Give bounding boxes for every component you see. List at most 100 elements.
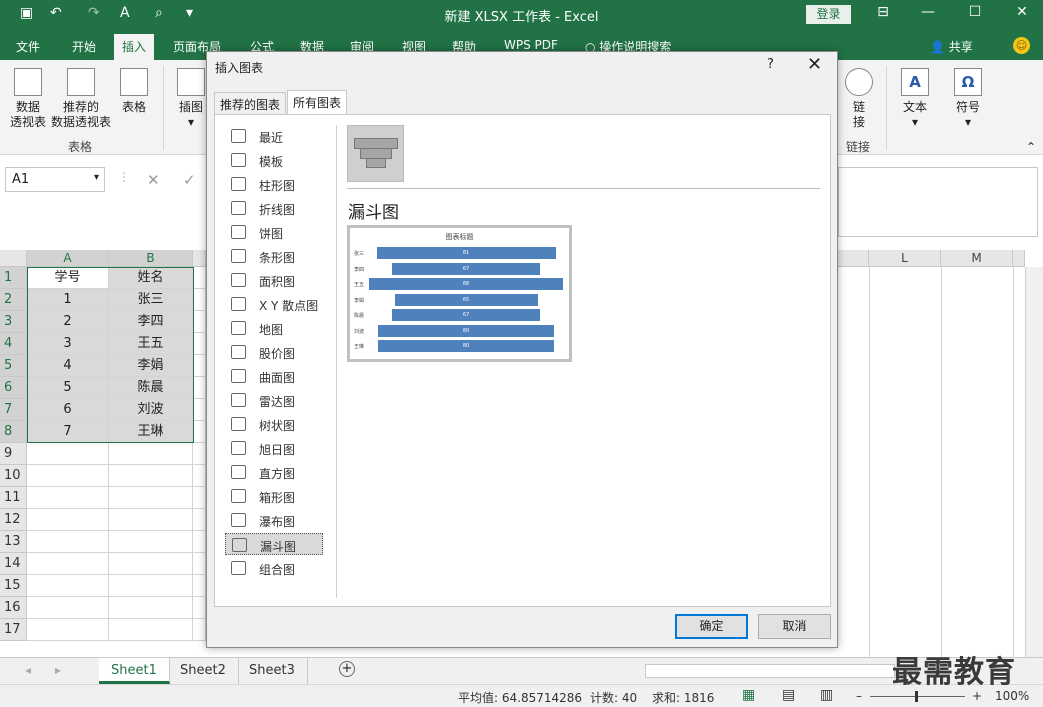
chart-category-item[interactable]: 树状图	[225, 413, 323, 435]
chart-preview[interactable]: 图表标题 张三 81 李四 67 王五 88 李娟 65 陈晨 67 刘波 80 王琳 80	[347, 225, 572, 362]
cell[interactable]	[193, 575, 206, 597]
ok-button[interactable]: 确定	[675, 614, 748, 639]
cell[interactable]: 李四	[109, 311, 193, 333]
cell[interactable]	[109, 619, 193, 641]
cell[interactable]: 3	[27, 333, 109, 355]
tab-insert[interactable]: 插入	[114, 34, 155, 60]
cell[interactable]	[27, 465, 109, 487]
column-header-a[interactable]: A	[27, 250, 109, 267]
collapse-ribbon-icon[interactable]: ⌃	[1026, 140, 1036, 154]
cell[interactable]	[109, 465, 193, 487]
column-header-l[interactable]: L	[869, 250, 941, 267]
page-layout-view-icon[interactable]: ▤	[782, 687, 795, 703]
cell[interactable]	[193, 355, 206, 377]
sheet-tab-sheet3[interactable]: Sheet3	[237, 658, 308, 684]
row-header[interactable]: 5	[0, 355, 27, 377]
cell[interactable]	[109, 597, 193, 619]
funnel-subtype-thumbnail[interactable]	[347, 125, 404, 182]
row-header[interactable]: 12	[0, 509, 27, 531]
chart-category-item[interactable]: 组合图	[225, 557, 323, 579]
table-button[interactable]: 表格	[116, 68, 152, 115]
horizontal-scrollbar[interactable]	[645, 664, 895, 678]
chart-category-item[interactable]: 瀑布图	[225, 509, 323, 531]
cell[interactable]	[27, 597, 109, 619]
cell[interactable]	[193, 597, 206, 619]
scroll-right-icon[interactable]: ▸	[55, 663, 61, 677]
chart-category-item[interactable]: 饼图	[225, 221, 323, 243]
cell[interactable]: 7	[27, 421, 109, 443]
tab-home[interactable]: 开始	[72, 38, 96, 55]
row-header[interactable]: 14	[0, 553, 27, 575]
chart-category-item[interactable]: 直方图	[225, 461, 323, 483]
chart-category-item[interactable]: 模板	[225, 149, 323, 171]
cell[interactable]	[109, 575, 193, 597]
cell[interactable]	[193, 267, 206, 289]
chart-category-item[interactable]: 面积图	[225, 269, 323, 291]
chart-category-item[interactable]: 箱形图	[225, 485, 323, 507]
add-sheet-icon[interactable]: +	[339, 661, 355, 677]
cancel-button[interactable]: 取消	[758, 614, 831, 639]
cell[interactable]: 5	[27, 377, 109, 399]
name-box[interactable]: A1 ▾	[5, 167, 105, 192]
select-all-corner[interactable]	[0, 250, 27, 267]
row-header[interactable]: 4	[0, 333, 27, 355]
column-header-m[interactable]: M	[941, 250, 1013, 267]
chart-category-item[interactable]: 股价图	[225, 341, 323, 363]
minimize-icon[interactable]: —	[913, 4, 943, 20]
zoom-level[interactable]: 100%	[995, 689, 1029, 703]
cell[interactable]	[109, 553, 193, 575]
row-header[interactable]: 8	[0, 421, 27, 443]
row-header[interactable]: 3	[0, 311, 27, 333]
ribbon-display-icon[interactable]: ⊟	[868, 4, 898, 20]
chart-category-item[interactable]: 曲面图	[225, 365, 323, 387]
column-header-n[interactable]	[1013, 250, 1025, 267]
feedback-smiley-icon[interactable]: ☺	[1013, 37, 1030, 54]
recommended-pivottable-button[interactable]: 推荐的 数据透视表	[50, 68, 112, 130]
maximize-icon[interactable]: ☐	[960, 4, 990, 20]
cell[interactable]	[193, 553, 206, 575]
close-window-icon[interactable]: ✕	[1007, 4, 1037, 20]
cell[interactable]	[109, 531, 193, 553]
pivottable-button[interactable]: 数据 透视表	[10, 68, 46, 130]
sheet-tab-sheet2[interactable]: Sheet2	[168, 658, 239, 684]
illustrations-button[interactable]: 插图 ▾	[174, 68, 208, 130]
row-header[interactable]: 2	[0, 289, 27, 311]
share-button[interactable]: 👤 共享	[930, 38, 973, 55]
chart-category-item[interactable]: 雷达图	[225, 389, 323, 411]
link-button[interactable]: 链 接	[842, 68, 876, 130]
cell[interactable]	[27, 575, 109, 597]
zoom-in-icon[interactable]: +	[972, 689, 982, 703]
zoom-slider-handle[interactable]	[915, 691, 918, 702]
cell[interactable]	[193, 399, 206, 421]
tab-file[interactable]: 文件	[16, 38, 40, 55]
cell[interactable]	[193, 311, 206, 333]
cell[interactable]: 6	[27, 399, 109, 421]
cell[interactable]	[193, 487, 206, 509]
vertical-scrollbar[interactable]	[1025, 267, 1043, 657]
row-header[interactable]: 9	[0, 443, 27, 465]
text-button[interactable]: A 文本 ▾	[898, 68, 932, 130]
chart-category-item[interactable]: 条形图	[225, 245, 323, 267]
cell[interactable]	[27, 509, 109, 531]
sheet-tab-sheet1[interactable]: Sheet1	[99, 658, 170, 684]
symbol-button[interactable]: Ω 符号 ▾	[950, 68, 986, 130]
cell[interactable]	[109, 487, 193, 509]
cancel-entry-icon[interactable]: ✕	[147, 171, 160, 189]
row-header[interactable]: 1	[0, 267, 27, 289]
tab-all-charts[interactable]: 所有图表	[287, 90, 348, 115]
column-header-c[interactable]	[193, 250, 206, 267]
chart-category-item[interactable]: 柱形图	[225, 173, 323, 195]
cell[interactable]: 王五	[109, 333, 193, 355]
login-button[interactable]: 登录	[806, 5, 851, 24]
confirm-entry-icon[interactable]: ✓	[183, 171, 196, 189]
cell[interactable]: 陈晨	[109, 377, 193, 399]
cell[interactable]	[193, 509, 206, 531]
cell[interactable]: 李娟	[109, 355, 193, 377]
tab-wps-pdf[interactable]: WPS PDF	[504, 38, 558, 52]
cell[interactable]	[193, 289, 206, 311]
close-icon[interactable]: ✕	[807, 54, 822, 75]
cell[interactable]	[193, 377, 206, 399]
scroll-left-icon[interactable]: ◂	[25, 663, 31, 677]
column-header-k[interactable]	[838, 250, 869, 267]
cell[interactable]	[193, 531, 206, 553]
